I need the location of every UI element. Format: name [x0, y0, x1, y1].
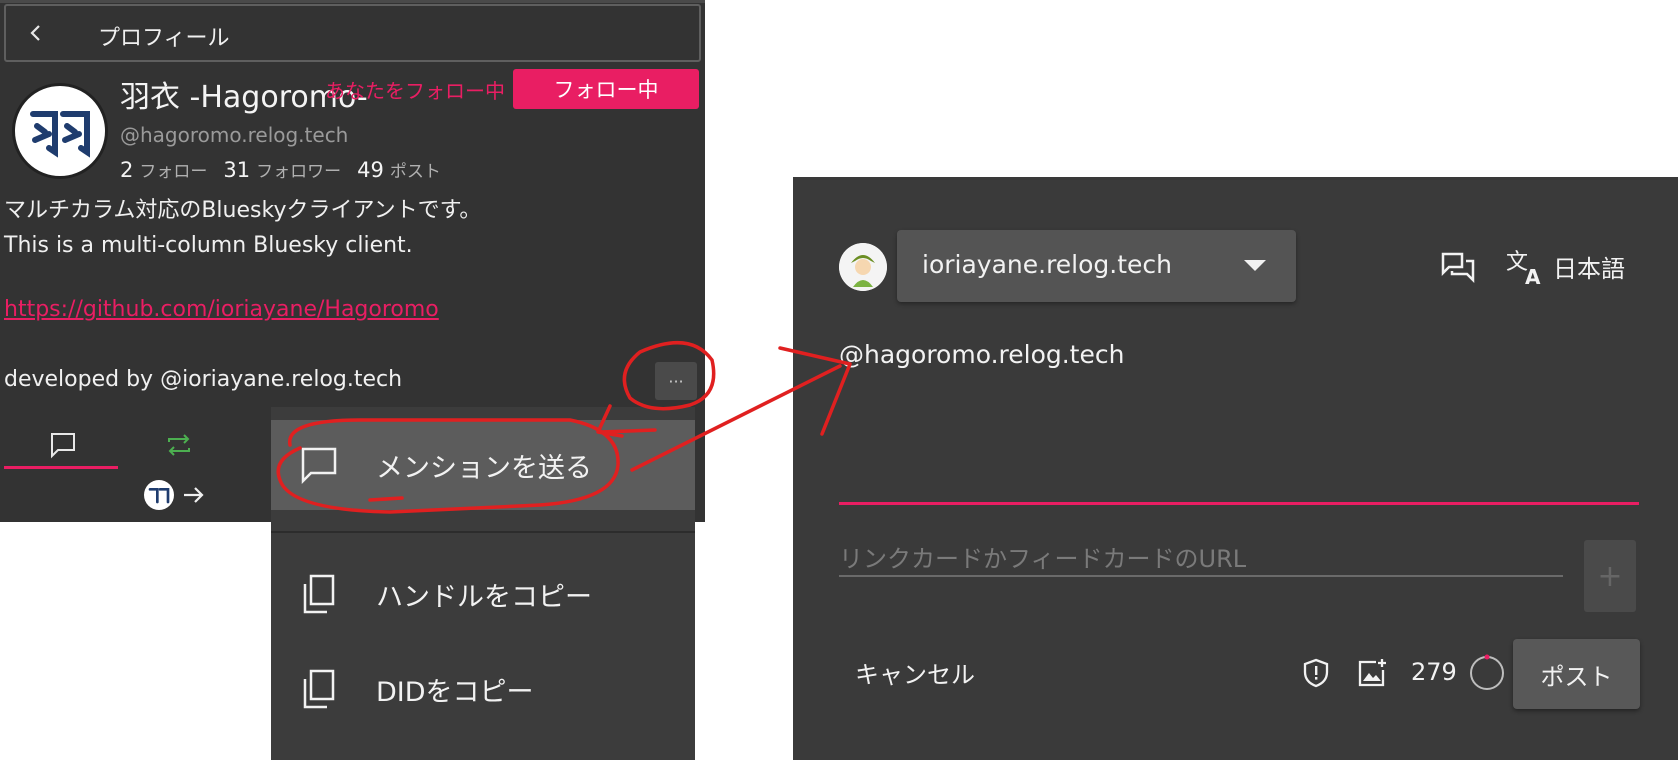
char-progress-ring [1470, 654, 1504, 690]
bio-line: マルチカラム対応のBlueskyクライアントです。 [4, 198, 482, 223]
follows-you-label: あなたをフォロー中 [325, 79, 505, 103]
account-select-value: ioriayane.relog.tech [922, 250, 1173, 279]
chat-bubble-icon [301, 447, 337, 485]
url-input-placeholder: リンクカードかフィードカードのURL [839, 545, 1247, 573]
bio-link[interactable]: https://github.com/ioriayane/Hagoromo [4, 297, 439, 322]
menu-item-copy-handle[interactable]: ハンドルをコピー [271, 549, 695, 639]
mini-avatar[interactable] [144, 480, 174, 510]
menu-item-copy-did[interactable]: DIDをコピー [271, 644, 695, 734]
top-divider [0, 0, 705, 3]
tab-repost-icon[interactable] [164, 430, 194, 460]
hagoromo-logo-icon [148, 488, 170, 504]
followers-stat[interactable]: 31 フォロワー [223, 157, 341, 182]
following-button[interactable]: フォロー中 [513, 69, 699, 109]
hagoromo-logo-icon [30, 111, 90, 158]
tab-posts-icon[interactable] [48, 430, 78, 460]
profile-handle: @hagoromo.relog.tech [120, 123, 349, 147]
text-input-underline [839, 502, 1639, 505]
post-composer: ioriayane.relog.tech 文 A 日本語 @hagoromo.r… [793, 177, 1678, 760]
link-card-url-input[interactable]: リンクカードかフィードカードのURL [839, 537, 1563, 577]
account-select[interactable]: ioriayane.relog.tech [897, 230, 1296, 302]
add-link-card-button[interactable]: + [1584, 540, 1636, 612]
menu-item-label: メンションを送る [376, 452, 592, 484]
post-text-input[interactable]: @hagoromo.relog.tech [839, 340, 1124, 369]
menu-divider [271, 531, 695, 533]
following-stat[interactable]: 2 フォロー [120, 157, 207, 182]
post-button[interactable]: ポスト [1513, 639, 1640, 709]
menu-item-label: DIDをコピー [376, 676, 534, 708]
profile-stats: 2 フォロー 31 フォロワー 49 ポスト [120, 157, 441, 182]
bio-line: This is a multi-column Bluesky client. [4, 233, 413, 258]
context-menu: メンションを送る ハンドルをコピー DIDをコピー [271, 407, 695, 760]
chevron-left-icon[interactable] [24, 20, 48, 46]
copy-icon [303, 574, 335, 614]
cancel-button[interactable]: キャンセル [855, 655, 975, 690]
translate-icon[interactable]: 文 A [1505, 247, 1545, 287]
user-avatar-icon [839, 243, 887, 291]
avatar[interactable] [12, 83, 108, 179]
thread-gate-icon[interactable] [1440, 249, 1476, 285]
more-options-button[interactable]: ··· [655, 362, 697, 400]
page-title: プロフィール [98, 26, 230, 51]
profile-header: プロフィール [4, 4, 701, 62]
shield-icon[interactable] [1300, 657, 1332, 689]
menu-item-label: ハンドルをコピー [376, 581, 592, 613]
chevron-down-icon [1244, 260, 1266, 271]
posts-stat[interactable]: 49 ポスト [357, 157, 441, 182]
remaining-char-count: 279 [1411, 658, 1457, 686]
copy-icon [303, 669, 335, 709]
menu-item-send-mention[interactable]: メンションを送る [271, 420, 695, 510]
svg-text:A: A [1525, 265, 1541, 287]
account-avatar [839, 243, 887, 291]
active-tab-indicator [4, 466, 118, 469]
profile-bio: マルチカラム対応のBlueskyクライアントです。 This is a mult… [4, 193, 481, 263]
add-image-icon[interactable] [1356, 657, 1388, 689]
arrow-right-icon [184, 487, 204, 503]
bio-developer-line: developed by @ioriayane.relog.tech [4, 367, 403, 392]
language-selector[interactable]: 日本語 [1553, 249, 1625, 284]
